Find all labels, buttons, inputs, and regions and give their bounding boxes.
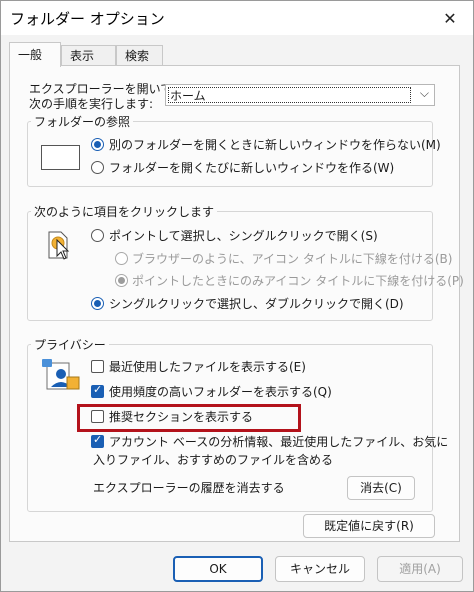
- title-bar: フォルダー オプション ✕: [1, 1, 473, 35]
- restore-defaults-button[interactable]: 既定値に戻す(R): [303, 514, 435, 538]
- checkbox-recent-files-label: 最近使用したファイルを表示する(E): [109, 360, 306, 374]
- radio-same-window-label: 別のフォルダーを開くときに新しいウィンドウを作らない(M): [109, 138, 441, 152]
- folder-options-window: フォルダー オプション ✕ 一般 表示 検索 エクスプローラーを開いて、 次の手…: [0, 0, 474, 592]
- checkbox-account-insights-label-line2: 入りファイル、おすすめのファイルを含める: [93, 453, 334, 467]
- radio-new-window[interactable]: [91, 161, 104, 174]
- checkbox-frequent-folders-label: 使用頻度の高いフォルダーを表示する(Q): [109, 385, 332, 399]
- browse-folders-group: [27, 121, 433, 187]
- checkbox-recent-files[interactable]: [91, 360, 104, 373]
- click-items-title: 次のように項目をクリックします: [31, 203, 218, 220]
- radio-underline-always[interactable]: [115, 252, 128, 265]
- close-button[interactable]: ✕: [427, 1, 473, 35]
- clear-history-label: エクスプローラーの履歴を消去する: [93, 481, 285, 495]
- radio-underline-on-point[interactable]: [115, 274, 128, 287]
- checkbox-account-insights-label-line1: アカウント ベースの分析情報、最近使用したファイル、お気に: [109, 435, 449, 449]
- radio-double-click-label: シングルクリックで選択し、ダブルクリックで開く(D): [109, 297, 404, 311]
- open-explorer-label-line2: 次の手順を実行します:: [29, 97, 154, 111]
- privacy-title: プライバシー: [31, 336, 109, 353]
- annotation-highlight-box: [77, 404, 301, 432]
- open-explorer-select[interactable]: ホーム ⌵: [165, 84, 435, 106]
- browse-folders-title: フォルダーの参照: [31, 113, 134, 130]
- radio-double-click[interactable]: [91, 297, 104, 310]
- folder-window-icon: [41, 145, 80, 170]
- radio-underline-on-point-label: ポイントしたときにのみアイコン タイトルに下線を付ける(P): [132, 274, 464, 288]
- radio-single-click[interactable]: [91, 229, 104, 242]
- radio-underline-always-label: ブラウザーのように、アイコン タイトルに下線を付ける(B): [132, 252, 453, 266]
- checkbox-account-insights[interactable]: [91, 433, 104, 448]
- open-explorer-value: ホーム: [170, 89, 206, 103]
- tab-search[interactable]: 検索: [116, 45, 163, 66]
- window-title: フォルダー オプション: [10, 10, 165, 28]
- radio-single-click-label: ポイントして選択し、シングルクリックで開く(S): [109, 229, 378, 243]
- radio-same-window[interactable]: [91, 138, 104, 151]
- pointer-click-icon: [47, 230, 71, 262]
- chevron-down-icon: ⌵: [419, 86, 429, 100]
- clear-button[interactable]: 消去(C): [347, 476, 415, 500]
- tab-view[interactable]: 表示: [61, 45, 116, 66]
- apply-button[interactable]: 適用(A): [377, 556, 463, 582]
- close-icon: ✕: [443, 8, 457, 28]
- radio-new-window-label: フォルダーを開くたびに新しいウィンドウを作る(W): [109, 161, 395, 175]
- ok-button[interactable]: OK: [173, 556, 263, 582]
- privacy-icon: [41, 357, 81, 391]
- tab-general[interactable]: 一般: [9, 42, 61, 67]
- checkbox-frequent-folders[interactable]: [91, 383, 104, 398]
- cancel-button[interactable]: キャンセル: [275, 556, 365, 582]
